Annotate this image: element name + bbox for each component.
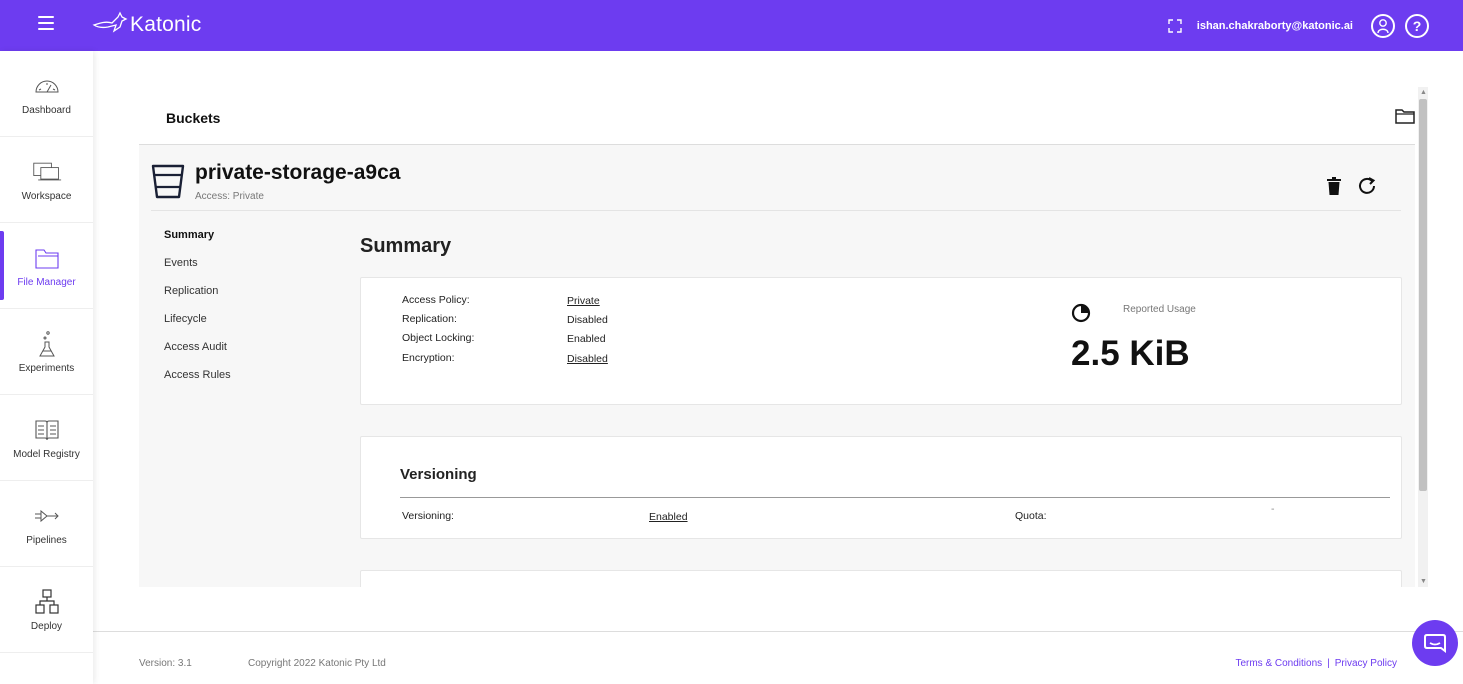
bucket-subnav: Summary Events Replication Lifecycle Acc… (164, 228, 231, 396)
sidebar-item-workspace[interactable]: Workspace (0, 137, 93, 223)
reported-usage-label: Reported Usage (1123, 304, 1196, 315)
top-right-actions: ishan.chakraborty@katonic.ai ? (1167, 13, 1429, 39)
sidebar-item-label: Experiments (18, 363, 75, 374)
scroll-up-icon[interactable]: ▲ (1420, 89, 1427, 96)
quota-value: - (1271, 503, 1275, 515)
footer-links: Terms & Conditions | Privacy Policy (1235, 658, 1397, 669)
reported-usage-value: 2.5 KiB (1071, 334, 1190, 373)
top-bar: Katonic ishan.chakraborty@katonic.ai ? (0, 0, 1463, 51)
replication-value: Disabled (567, 314, 608, 326)
object-locking-label: Object Locking: (402, 332, 475, 344)
subnav-item-replication[interactable]: Replication (164, 284, 231, 312)
sidebar-item-label: Pipelines (26, 535, 67, 546)
expand-icon[interactable] (1167, 18, 1183, 34)
sidebar-item-pipelines[interactable]: Pipelines (0, 481, 93, 567)
chat-button[interactable] (1412, 620, 1458, 666)
pipeline-icon (32, 501, 62, 531)
kangaroo-logo-icon (92, 11, 128, 33)
deploy-icon (32, 587, 62, 617)
subnav-item-access-audit[interactable]: Access Audit (164, 340, 231, 368)
page-title: Buckets (166, 110, 221, 126)
browse-folder-icon[interactable] (1395, 107, 1415, 125)
encryption-label: Encryption: (402, 352, 455, 364)
version-text: Version: 3.1 (139, 658, 192, 669)
user-email: ishan.chakraborty@katonic.ai (1196, 20, 1353, 32)
sidebar: Dashboard Workspace File Manager Experim… (0, 51, 93, 684)
subnav-item-summary[interactable]: Summary (164, 228, 231, 256)
subnav-item-lifecycle[interactable]: Lifecycle (164, 312, 231, 340)
copyright-text: Copyright 2022 Katonic Pty Ltd (248, 658, 386, 669)
pie-chart-icon (1071, 303, 1091, 323)
scroll-thumb[interactable] (1419, 99, 1427, 491)
logo-text: Katonic (130, 13, 202, 36)
replication-label: Replication: (402, 313, 457, 325)
access-policy-link[interactable]: Private (567, 295, 600, 307)
versioning-link[interactable]: Enabled (649, 511, 688, 523)
refresh-icon[interactable] (1357, 175, 1377, 195)
flask-icon (32, 329, 62, 359)
scrollbar[interactable]: ▲ ▼ (1418, 87, 1428, 587)
encryption-link[interactable]: Disabled (567, 353, 608, 365)
summary-card: Access Policy: Private Replication: Disa… (360, 277, 1402, 405)
sidebar-item-label: Model Registry (13, 449, 80, 460)
bucket-view: Buckets private-storage-a9ca Access: Pri… (139, 87, 1415, 587)
divider (151, 210, 1401, 211)
book-icon (32, 415, 62, 445)
access-policy-label: Access Policy: (402, 294, 470, 306)
subnav-item-events[interactable]: Events (164, 256, 231, 284)
sidebar-item-experiments[interactable]: Experiments (0, 309, 93, 395)
sidebar-item-model-registry[interactable]: Model Registry (0, 395, 93, 481)
object-locking-value: Enabled (567, 333, 606, 345)
sidebar-item-label: File Manager (17, 277, 76, 288)
sidebar-item-dashboard[interactable]: Dashboard (0, 51, 93, 137)
sidebar-item-label: Deploy (30, 621, 63, 632)
subnav-item-access-rules[interactable]: Access Rules (164, 368, 231, 396)
sidebar-item-file-manager[interactable]: File Manager (0, 223, 93, 309)
versioning-title: Versioning (400, 466, 477, 483)
speedometer-icon (32, 71, 62, 101)
chat-icon (1424, 634, 1446, 653)
footer: Version: 3.1 Copyright 2022 Katonic Pty … (93, 631, 1463, 684)
privacy-link[interactable]: Privacy Policy (1335, 658, 1397, 669)
terms-link[interactable]: Terms & Conditions (1235, 658, 1322, 669)
help-glyph: ? (1412, 18, 1422, 34)
divider (400, 497, 1390, 498)
user-icon[interactable] (1371, 14, 1395, 38)
main-content: Buckets private-storage-a9ca Access: Pri… (93, 51, 1463, 631)
next-card (360, 570, 1402, 587)
delete-icon[interactable] (1327, 177, 1341, 195)
bucket-name: private-storage-a9ca (195, 161, 401, 184)
bucket-panel: private-storage-a9ca Access: Private Sum… (139, 145, 1415, 587)
section-title: Summary (360, 235, 452, 257)
sidebar-item-label: Workspace (21, 191, 72, 202)
versioning-card: Versioning Versioning: Enabled Quota: - (360, 436, 1402, 539)
versioning-label: Versioning: (402, 510, 454, 522)
folder-icon (32, 243, 62, 273)
quota-label: Quota: (1015, 510, 1047, 522)
laptop-icon (32, 157, 62, 187)
logo[interactable]: Katonic (92, 10, 201, 40)
footer-separator: | (1327, 658, 1330, 669)
sidebar-item-deploy[interactable]: Deploy (0, 567, 93, 653)
scroll-down-icon[interactable]: ▼ (1420, 578, 1427, 585)
bucket-access: Access: Private (195, 191, 264, 202)
bucket-icon (151, 164, 185, 199)
sidebar-item-label: Dashboard (22, 105, 71, 116)
menu-icon[interactable] (38, 16, 54, 30)
help-icon[interactable]: ? (1405, 14, 1429, 38)
